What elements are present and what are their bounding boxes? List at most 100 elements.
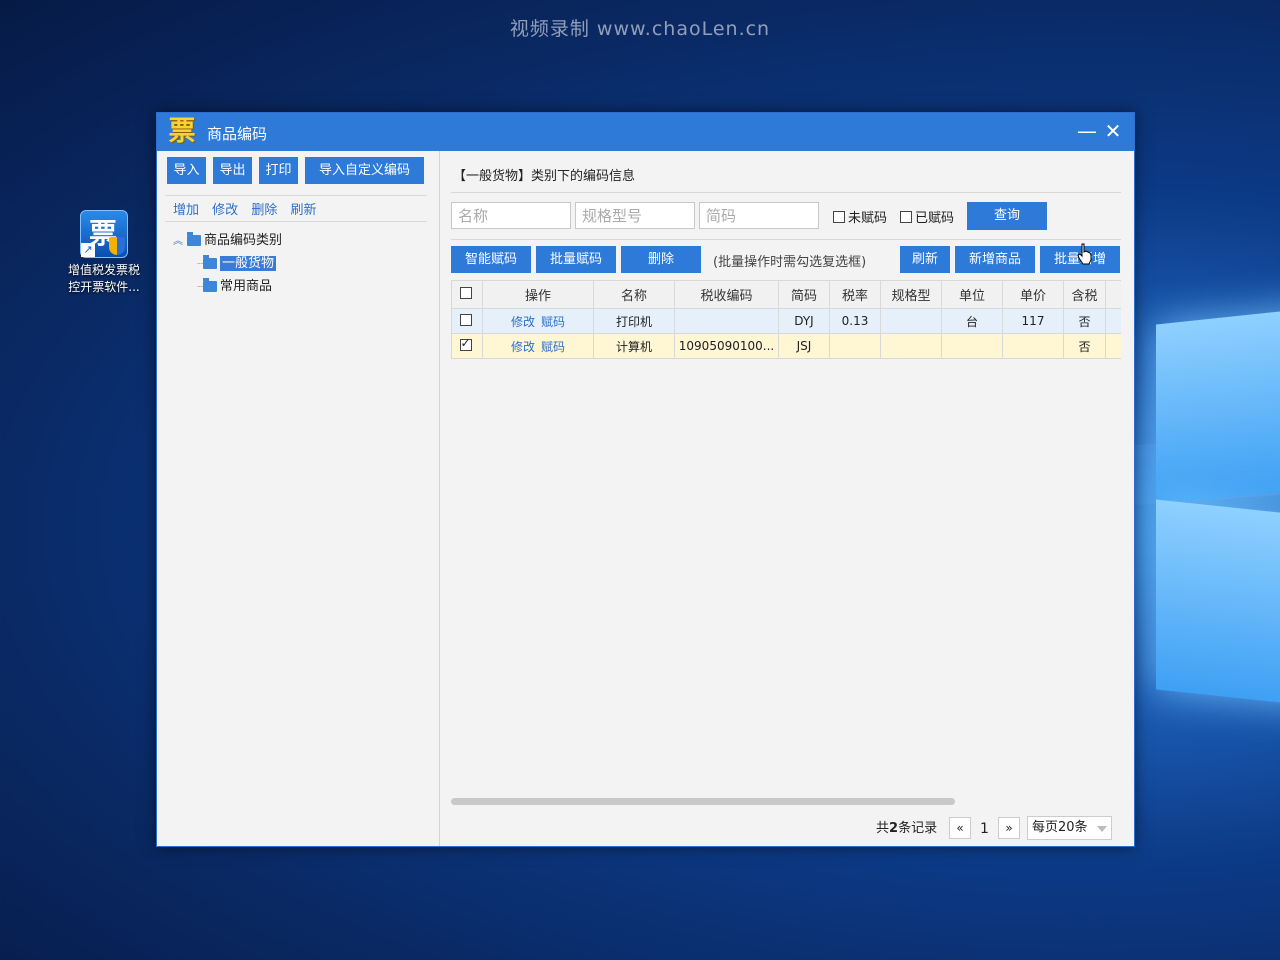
edit-link[interactable]: 修改 [511, 340, 535, 354]
row-checkbox-cell[interactable] [451, 333, 483, 359]
column-header[interactable]: 税收编码 [674, 280, 779, 309]
row-checkbox[interactable] [459, 336, 472, 351]
table-row[interactable]: 修改赋码 计算机 10905090100... JSJ 否 [451, 333, 1121, 359]
smart-assign-button[interactable]: 智能赋码 [451, 246, 531, 273]
checkbox-icon[interactable] [833, 211, 845, 223]
collapse-chevron-icon[interactable]: ︽ [173, 230, 187, 253]
row-checkbox[interactable] [459, 313, 472, 326]
window-title: 商品编码 [207, 125, 268, 143]
divider [451, 239, 1121, 240]
row-operations: 修改 赋码 [482, 333, 594, 359]
divider [451, 192, 1121, 193]
select-all-checkbox-cell[interactable] [451, 280, 483, 309]
cell-unit: 台 [941, 308, 1003, 334]
batch-assign-button[interactable]: 批量赋码 [536, 246, 616, 273]
tree-item-common-products[interactable]: ┈ 常用商品 [173, 275, 282, 298]
import-custom-code-button[interactable]: 导入自定义编码 [305, 157, 424, 184]
windows-logo-pane-bottom [1156, 499, 1280, 711]
tree-item-label: 一般货物 [220, 256, 277, 271]
print-button[interactable]: 打印 [259, 157, 298, 184]
refresh-button[interactable]: 刷新 [900, 246, 950, 273]
query-button[interactable]: 查询 [967, 202, 1047, 230]
name-search-input[interactable] [451, 202, 571, 229]
close-button[interactable]: ✕ [1101, 119, 1125, 143]
code-info-panel: 【一般货物】类别下的编码信息 未赋码 已赋码 查询 智能赋码 批量赋码 删除 (… [441, 151, 1134, 846]
category-actions: 增加 修改 删除 刷新 [173, 199, 325, 218]
shield-icon [109, 237, 125, 255]
cell-name: 打印机 [593, 308, 675, 334]
cell-extra [1105, 308, 1121, 334]
product-code-table: 操作 名称 税收编码 简码 税率 规格型 单位 单价 含税 优 [451, 280, 1121, 510]
add-category-link[interactable]: 增加 [173, 203, 199, 218]
assigned-checkbox[interactable]: 已赋码 [900, 207, 954, 226]
add-product-button[interactable]: 新增商品 [955, 246, 1035, 273]
column-header[interactable]: 优 [1105, 280, 1121, 309]
category-panel: 导入 导出 打印 导入自定义编码 增加 修改 删除 刷新 ︽ 商品编码类别 ┈ 一般… [157, 151, 440, 846]
cell-spec [880, 308, 942, 334]
edit-category-link[interactable]: 修改 [212, 203, 238, 218]
column-header[interactable]: 名称 [593, 280, 675, 309]
assign-code-link[interactable]: 赋码 [541, 340, 565, 354]
category-tree: ︽ 商品编码类别 ┈ 一般货物 ┈ 常用商品 [173, 229, 282, 298]
hand-cursor-icon [1077, 243, 1092, 265]
select-all-checkbox[interactable] [459, 287, 472, 299]
table-header-row: 操作 名称 税收编码 简码 税率 规格型 单位 单价 含税 优 [451, 280, 1121, 309]
delete-category-link[interactable]: 删除 [251, 203, 277, 218]
current-page-number: 1 [980, 821, 989, 837]
app-logo-icon: 票 [168, 116, 196, 147]
column-header[interactable]: 税率 [829, 280, 881, 309]
column-header[interactable]: 规格型 [880, 280, 942, 309]
recording-watermark: 视频录制 www.chaoLen.cn [509, 18, 771, 40]
short-code-search-input[interactable] [699, 202, 819, 229]
cell-name: 计算机 [593, 333, 675, 359]
column-header[interactable]: 含税 [1063, 280, 1106, 309]
folder-icon [203, 255, 218, 269]
chevron-down-icon [1097, 826, 1107, 832]
prev-page-button[interactable]: « [949, 817, 971, 839]
record-count: 共2条记录 [876, 821, 938, 836]
column-header[interactable]: 单价 [1002, 280, 1064, 309]
import-button[interactable]: 导入 [167, 157, 206, 184]
desktop-shortcut-invoice-software[interactable]: 票 ↗ 增值税发票税 控开票软件... [60, 210, 148, 296]
row-operations: 修改 赋码 [482, 308, 594, 334]
window-titlebar[interactable]: 票 商品编码 — ✕ [157, 113, 1134, 151]
category-heading: 【一般货物】类别下的编码信息 [453, 169, 636, 184]
cell-tax-code [674, 308, 779, 334]
edit-link[interactable]: 修改 [511, 315, 535, 329]
windows-logo-pane-top [1156, 303, 1280, 505]
cell-unit [941, 333, 1003, 359]
table-row[interactable]: 修改 赋码 打印机 DYJ 0.13 台 117 否 [451, 308, 1121, 334]
column-header[interactable]: 简码 [778, 280, 830, 309]
spec-search-input[interactable] [575, 202, 695, 229]
tree-root[interactable]: ︽ 商品编码类别 [173, 229, 282, 252]
cell-short-code: JSJ [778, 333, 830, 359]
tree-root-label: 商品编码类别 [204, 233, 283, 248]
cell-tax-rate: 0.13 [829, 308, 881, 334]
delete-button[interactable]: 删除 [621, 246, 701, 273]
next-page-button[interactable]: » [998, 817, 1020, 839]
row-checkbox-cell[interactable] [451, 308, 483, 334]
checkbox-icon[interactable] [900, 211, 912, 223]
divider [165, 195, 427, 196]
page-size-select[interactable]: 每页20条 [1027, 816, 1112, 840]
refresh-category-link[interactable]: 刷新 [290, 203, 316, 218]
tree-item-label: 常用商品 [220, 279, 273, 294]
folder-icon [203, 278, 218, 292]
desktop-shortcut-label: 增值税发票税 控开票软件... [67, 263, 140, 294]
cell-price: 117 [1002, 308, 1064, 334]
windows-logo-wallpaper [1150, 300, 1280, 720]
cell-tax-rate [829, 333, 881, 359]
divider [165, 221, 427, 222]
horizontal-scrollbar[interactable] [451, 798, 955, 805]
batch-hint-text: (批量操作时需勾选复选框) [713, 255, 867, 270]
assign-code-link[interactable]: 赋码 [541, 315, 565, 329]
tree-item-general-goods[interactable]: ┈ 一般货物 [173, 252, 282, 275]
cell-price [1002, 333, 1064, 359]
unassigned-checkbox[interactable]: 未赋码 [833, 207, 887, 226]
product-code-window: 票 商品编码 — ✕ 导入 导出 打印 导入自定义编码 增加 修改 删除 刷新 … [156, 112, 1135, 847]
column-header[interactable]: 单位 [941, 280, 1003, 309]
minimize-button[interactable]: — [1075, 119, 1099, 143]
export-button[interactable]: 导出 [213, 157, 252, 184]
column-header[interactable]: 操作 [482, 280, 594, 309]
cell-short-code: DYJ [778, 308, 830, 334]
